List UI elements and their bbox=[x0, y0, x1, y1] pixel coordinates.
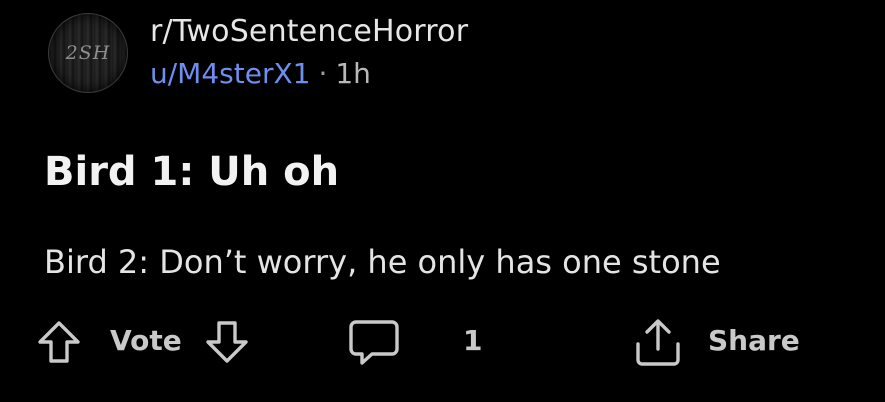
arrow-down-icon bbox=[206, 321, 248, 363]
upvote-button[interactable] bbox=[36, 320, 82, 364]
post-title[interactable]: Bird 1: Uh oh bbox=[44, 146, 339, 198]
byline: u/M4sterX1 · 1h bbox=[150, 56, 468, 92]
arrow-up-icon bbox=[38, 321, 80, 363]
author-username[interactable]: u/M4sterX1 bbox=[150, 57, 310, 90]
share-button[interactable] bbox=[632, 316, 684, 368]
share-label[interactable]: Share bbox=[708, 324, 800, 357]
separator-dot: · bbox=[318, 57, 328, 90]
post-age: 1h bbox=[335, 57, 371, 90]
post-card: 2SH r/TwoSentenceHorror u/M4sterX1 · 1h Bi… bbox=[0, 0, 885, 402]
share-icon bbox=[636, 319, 680, 366]
post-header: 2SH r/TwoSentenceHorror u/M4sterX1 · 1h bbox=[48, 8, 468, 98]
post-body: Bird 2: Don’t worry, he only has one sto… bbox=[44, 243, 721, 281]
action-bar: Vote 1 Share bbox=[36, 314, 836, 370]
vote-label: Vote bbox=[110, 324, 182, 357]
avatar-logo-text: 2SH bbox=[65, 42, 111, 64]
comment-count: 1 bbox=[463, 324, 483, 357]
post-meta: r/TwoSentenceHorror u/M4sterX1 · 1h bbox=[150, 14, 468, 92]
downvote-button[interactable] bbox=[204, 320, 250, 364]
subreddit-name[interactable]: r/TwoSentenceHorror bbox=[150, 14, 468, 50]
comment-bubble-icon bbox=[349, 320, 399, 365]
subreddit-avatar[interactable]: 2SH bbox=[48, 13, 128, 93]
comment-button[interactable] bbox=[348, 318, 400, 366]
